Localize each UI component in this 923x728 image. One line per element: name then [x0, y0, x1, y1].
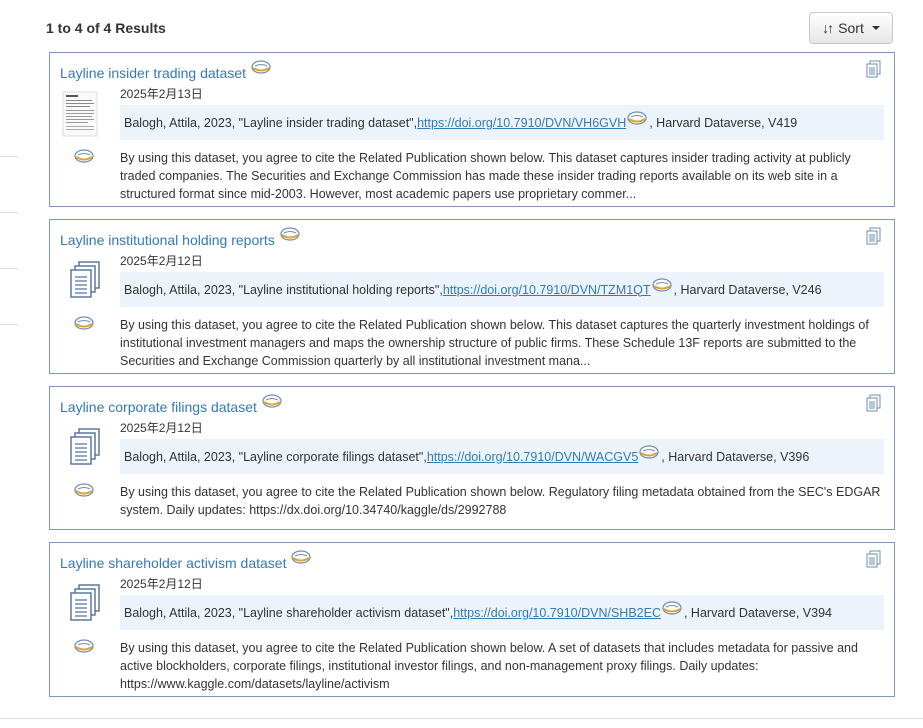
harvard-dataverse-badge-icon	[74, 483, 94, 497]
result-card: Layline insider trading dataset 2025年2月1…	[49, 52, 895, 207]
dataset-description: By using this dataset, you agree to cite…	[120, 318, 869, 368]
sort-label: Sort	[838, 20, 864, 36]
citation-suffix: , Harvard Dataverse, V246	[673, 282, 822, 297]
dataset-date: 2025年2月12日	[120, 421, 203, 435]
file-stack-icon[interactable]	[69, 261, 101, 299]
dataset-copy-icon[interactable]	[866, 394, 882, 413]
harvard-dataverse-badge-icon	[279, 227, 300, 241]
doi-link[interactable]: https://doi.org/10.7910/DVN/VH6GVH	[417, 116, 626, 130]
harvard-dataverse-badge-icon	[74, 149, 94, 163]
dataset-date: 2025年2月13日	[120, 87, 203, 101]
citation-box: Balogh, Attila, 2023, "Layline sharehold…	[120, 595, 884, 630]
doi-link[interactable]: https://doi.org/10.7910/DVN/TZM1QT	[443, 283, 651, 297]
dataset-description: By using this dataset, you agree to cite…	[120, 641, 858, 691]
bottom-divider	[0, 718, 923, 719]
dataset-title-link[interactable]: Layline shareholder activism dataset	[60, 553, 286, 573]
harvard-dataverse-badge-icon	[291, 550, 312, 564]
sort-arrows-icon: ↓↑	[822, 20, 834, 36]
dataset-description: By using this dataset, you agree to cite…	[120, 485, 881, 517]
harvard-dataverse-badge-icon	[651, 277, 672, 292]
result-card: Layline shareholder activism dataset 202…	[49, 542, 895, 697]
harvard-dataverse-badge-icon	[251, 60, 272, 74]
result-card: Layline institutional holding reports 20…	[49, 219, 895, 374]
dataset-copy-icon[interactable]	[866, 60, 882, 79]
result-card: Layline corporate filings dataset 2025年2…	[49, 386, 895, 530]
doi-link[interactable]: https://doi.org/10.7910/DVN/WACGV5	[427, 450, 638, 464]
dataset-title-link[interactable]: Layline institutional holding reports	[60, 230, 275, 250]
dataset-copy-icon[interactable]	[866, 550, 882, 569]
citation-text: Balogh, Attila, 2023, "Layline instituti…	[124, 282, 443, 297]
doi-link[interactable]: https://doi.org/10.7910/DVN/SHB2EC	[453, 606, 661, 620]
file-stack-icon[interactable]	[69, 428, 101, 466]
harvard-dataverse-badge-icon	[661, 600, 682, 615]
dataset-description: By using this dataset, you agree to cite…	[120, 151, 851, 201]
left-panel-divider	[0, 156, 18, 157]
left-panel-divider	[0, 268, 18, 269]
citation-suffix: , Harvard Dataverse, V394	[683, 605, 832, 620]
citation-text: Balogh, Attila, 2023, "Layline sharehold…	[124, 605, 454, 620]
dataset-copy-icon[interactable]	[866, 227, 882, 246]
dataset-date: 2025年2月12日	[120, 577, 203, 591]
citation-text: Balogh, Attila, 2023, "Layline corporate…	[124, 449, 427, 464]
harvard-dataverse-badge-icon	[627, 110, 648, 125]
harvard-dataverse-badge-icon	[261, 394, 282, 408]
citation-box: Balogh, Attila, 2023, "Layline insider t…	[120, 105, 884, 140]
dataset-title-link[interactable]: Layline insider trading dataset	[60, 63, 246, 83]
harvard-dataverse-badge-icon	[639, 444, 660, 459]
dataset-title-link[interactable]: Layline corporate filings dataset	[60, 397, 257, 417]
dataset-date: 2025年2月12日	[120, 254, 203, 268]
sort-button[interactable]: ↓↑ Sort	[809, 12, 893, 44]
citation-suffix: , Harvard Dataverse, V419	[649, 115, 798, 130]
citation-box: Balogh, Attila, 2023, "Layline corporate…	[120, 439, 884, 474]
chevron-down-icon	[871, 26, 880, 30]
citation-text: Balogh, Attila, 2023, "Layline insider t…	[124, 115, 418, 130]
document-thumbnail[interactable]	[62, 91, 98, 137]
citation-suffix: , Harvard Dataverse, V396	[661, 449, 810, 464]
results-count: 1 to 4 of 4 Results	[46, 20, 166, 36]
harvard-dataverse-badge-icon	[74, 639, 94, 653]
citation-box: Balogh, Attila, 2023, "Layline instituti…	[120, 272, 884, 307]
left-panel-divider	[0, 212, 18, 213]
left-panel-divider	[0, 324, 18, 325]
file-stack-icon[interactable]	[69, 584, 101, 622]
harvard-dataverse-badge-icon	[74, 316, 94, 330]
